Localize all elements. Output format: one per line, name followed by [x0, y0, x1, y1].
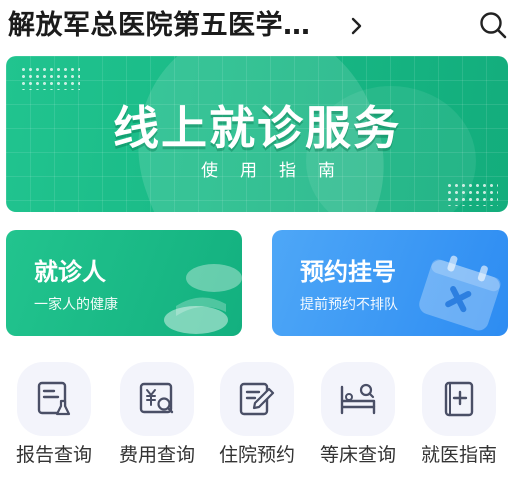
report-flask-icon [37, 381, 71, 416]
report-query-tile[interactable] [17, 362, 91, 436]
guide-book-icon [444, 381, 474, 417]
online-consultation-banner[interactable]: 线上就诊服务 使用指南 [6, 56, 508, 212]
hospital-name[interactable]: 解放军总医院第五医学… [8, 7, 338, 45]
fee-search-icon [139, 382, 174, 414]
fee-query-tile[interactable] [120, 362, 194, 436]
bed-query-label: 等床查询 [319, 444, 396, 466]
hospital-appointment-label: 住院预约 [218, 444, 295, 466]
search-icon[interactable] [478, 10, 508, 40]
hospital-appointment-tile[interactable] [220, 362, 294, 436]
banner-dots-decor [446, 182, 498, 206]
banner-title: 线上就诊服务 [113, 101, 401, 155]
chevron-right-icon[interactable] [347, 13, 367, 39]
people-shape-icon [164, 264, 242, 334]
banner-subtitle: 使用指南 [201, 161, 357, 181]
appointment-card-subtitle: 提前预约不排队 [300, 297, 398, 313]
edit-document-icon [239, 382, 275, 416]
patient-card-title: 就诊人 [34, 258, 106, 286]
calendar-icon [419, 255, 501, 331]
medical-guide-tile[interactable] [422, 362, 496, 436]
top-header: 解放军总医院第五医学… [0, 0, 513, 52]
patient-card[interactable]: 就诊人 一家人的健康 [6, 230, 242, 336]
appointment-card-title: 预约挂号 [300, 258, 396, 286]
report-query-label: 报告查询 [15, 444, 92, 466]
bed-query-tile[interactable] [321, 362, 395, 436]
appointment-card[interactable]: 预约挂号 提前预约不排队 [272, 230, 508, 336]
banner-dots-decor [20, 66, 80, 90]
patient-card-subtitle: 一家人的健康 [34, 297, 118, 313]
medical-guide-label: 就医指南 [420, 444, 497, 466]
bed-search-icon [340, 383, 376, 415]
fee-query-label: 费用查询 [118, 444, 195, 466]
